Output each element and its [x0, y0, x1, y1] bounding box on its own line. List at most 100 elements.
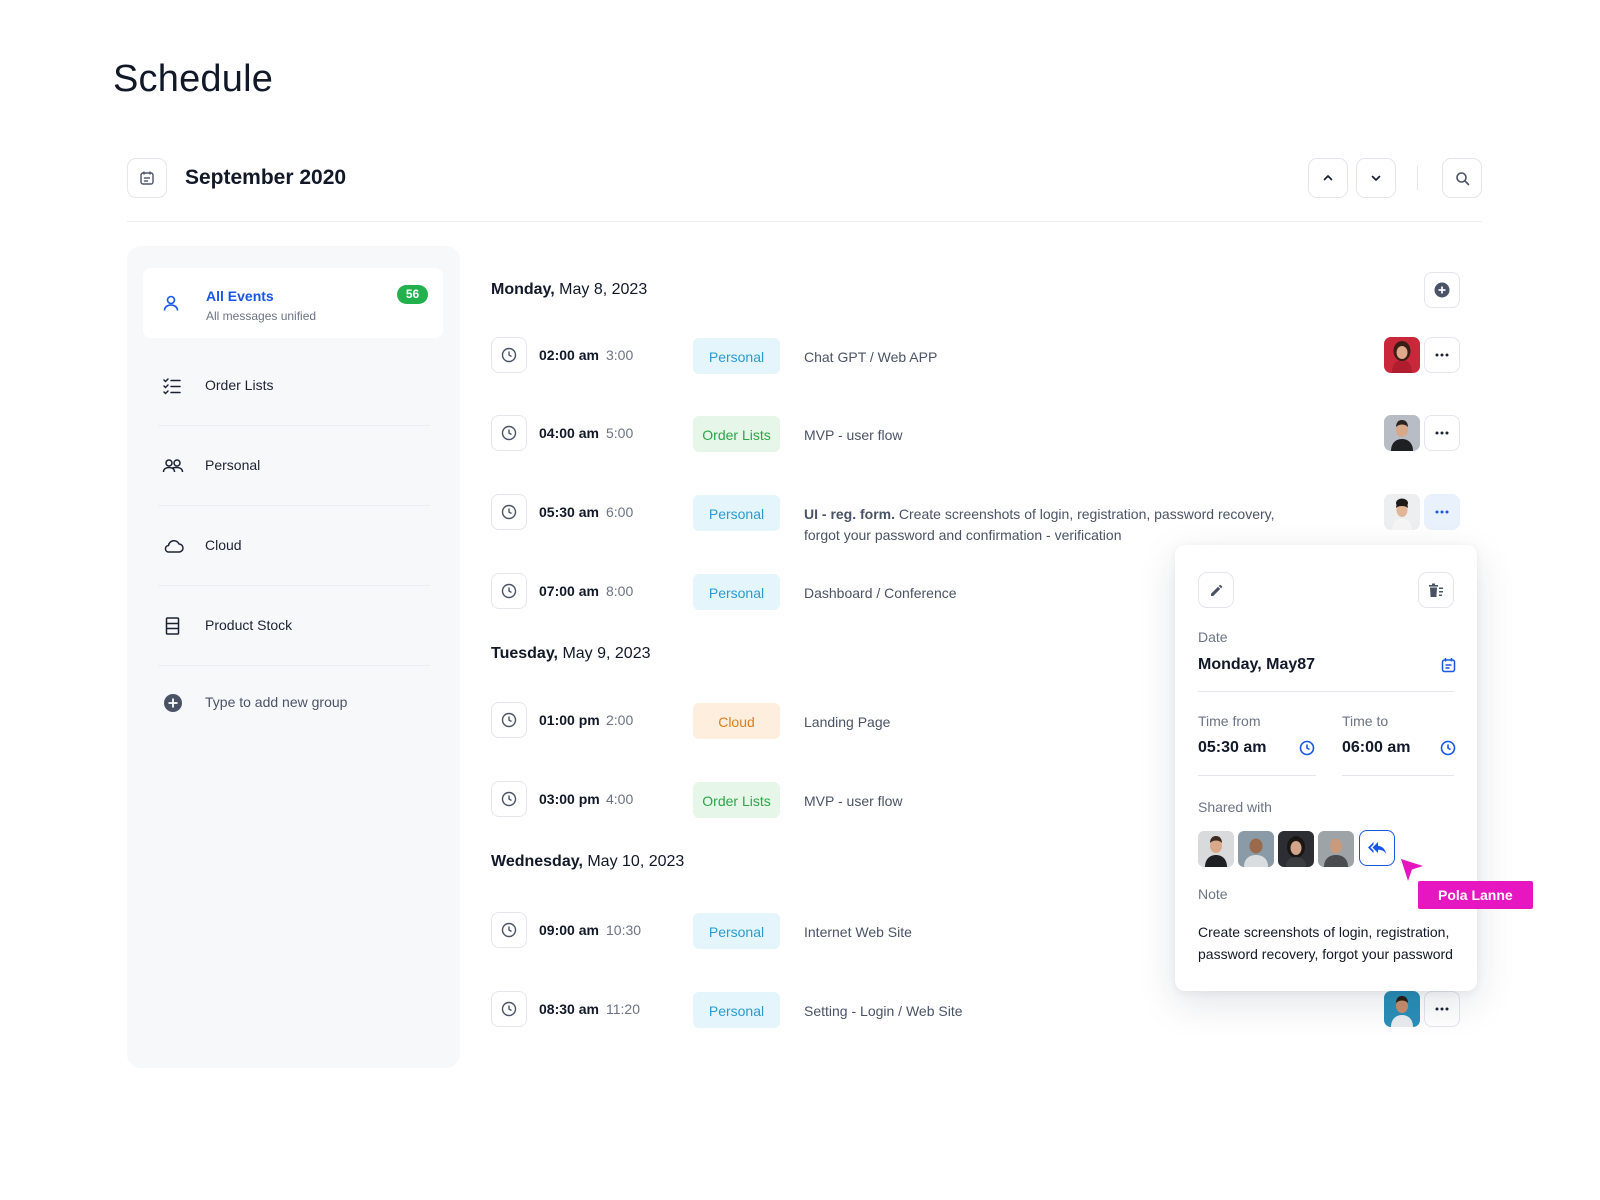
event-time: 02:00 am — [539, 347, 599, 363]
chevron-down-icon — [1371, 175, 1381, 181]
tag-cloud[interactable]: Cloud — [693, 703, 780, 739]
more-options-button[interactable] — [1424, 337, 1460, 373]
sidebar-item-personal[interactable]: Personal — [158, 426, 430, 506]
collaborator-cursor-label: Pola Lanne — [1418, 881, 1533, 909]
event-title: MVP - user flow — [804, 427, 903, 443]
calendar-icon[interactable] — [1441, 657, 1456, 673]
sidebar-item-all-events[interactable]: All Events All messages unified 56 — [143, 268, 443, 338]
clock-button[interactable] — [491, 337, 527, 373]
clock-icon — [501, 425, 517, 441]
sidebar-item-label: Order Lists — [205, 377, 274, 393]
event-detail-popover: Date Monday, May87 Time from 05:30 am Ti… — [1175, 545, 1477, 991]
clock-button[interactable] — [491, 912, 527, 948]
event-duration: 11:20 — [606, 1001, 640, 1017]
add-group-item[interactable]: Type to add new group — [158, 666, 430, 746]
date-label: Date — [1198, 629, 1228, 645]
share-button[interactable] — [1359, 830, 1395, 866]
add-event-button[interactable] — [1424, 272, 1460, 308]
clock-button[interactable] — [491, 573, 527, 609]
search-button[interactable] — [1442, 158, 1482, 198]
avatar[interactable] — [1384, 991, 1420, 1027]
clock-button[interactable] — [491, 494, 527, 530]
clock-button[interactable] — [491, 781, 527, 817]
tag-personal[interactable]: Personal — [693, 574, 780, 610]
event-title: Setting - Login / Web Site — [804, 1003, 963, 1019]
sidebar-item-product-stock[interactable]: Product Stock — [158, 586, 430, 666]
stock-icon — [165, 617, 180, 635]
next-button[interactable] — [1356, 158, 1396, 198]
reply-all-icon — [1368, 842, 1386, 854]
shared-avatar[interactable] — [1238, 831, 1274, 867]
time-to-label: Time to — [1342, 713, 1389, 729]
tag-order-lists[interactable]: Order Lists — [693, 416, 780, 452]
clock-icon — [501, 922, 517, 938]
delete-button[interactable] — [1418, 572, 1454, 608]
tag-order-lists[interactable]: Order Lists — [693, 782, 780, 818]
all-events-title: All Events — [206, 288, 274, 304]
avatar[interactable] — [1384, 415, 1420, 451]
sidebar-item-cloud[interactable]: Cloud — [158, 506, 430, 586]
event-time: 03:00 pm — [539, 791, 600, 807]
event-duration: 10:30 — [606, 922, 642, 938]
tag-personal[interactable]: Personal — [693, 913, 780, 949]
page-title: Schedule — [113, 58, 274, 100]
event-duration: 3:00 — [606, 347, 634, 363]
event-duration: 6:00 — [606, 504, 634, 520]
tag-personal[interactable]: Personal — [693, 338, 780, 374]
users-icon — [162, 459, 184, 473]
event-row[interactable]: 02:00 am 3:00 Personal Chat GPT / Web AP… — [491, 337, 1461, 375]
time-from-value[interactable]: 05:30 am — [1198, 739, 1267, 757]
calendar-button[interactable] — [127, 158, 167, 198]
time-to-value[interactable]: 06:00 am — [1342, 739, 1411, 757]
event-time: 08:30 am — [539, 1001, 599, 1017]
cloud-icon — [164, 539, 184, 553]
clock-button[interactable] — [491, 991, 527, 1027]
edit-button[interactable] — [1198, 572, 1234, 608]
pencil-icon — [1210, 584, 1222, 596]
shared-avatar[interactable] — [1198, 831, 1234, 867]
clock-icon[interactable] — [1299, 740, 1315, 756]
prev-button[interactable] — [1308, 158, 1348, 198]
tag-personal[interactable]: Personal — [693, 495, 780, 531]
sidebar-item-label: Personal — [205, 457, 261, 473]
clock-icon — [501, 1001, 517, 1017]
clock-icon — [501, 791, 517, 807]
clock-button[interactable] — [491, 702, 527, 738]
sidebar-item-order-lists[interactable]: Order Lists — [158, 346, 430, 426]
more-options-button[interactable] — [1424, 494, 1460, 530]
shared-avatar[interactable] — [1278, 831, 1314, 867]
day-heading: Monday, May 8, 2023 — [491, 281, 648, 298]
plus-circle-icon — [1434, 282, 1450, 298]
clock-icon — [501, 347, 517, 363]
note-label: Note — [1198, 886, 1228, 902]
event-title: UI - reg. form. Create screenshots of lo… — [804, 504, 1314, 546]
tag-personal[interactable]: Personal — [693, 992, 780, 1028]
event-title: Landing Page — [804, 714, 891, 730]
more-options-button[interactable] — [1424, 415, 1460, 451]
clock-button[interactable] — [491, 415, 527, 451]
event-row[interactable]: 08:30 am 11:20 Personal Setting - Login … — [491, 991, 1461, 1029]
month-label: September 2020 — [185, 166, 347, 189]
toolbar-divider — [1417, 166, 1418, 190]
sidebar-item-label: Cloud — [205, 537, 242, 553]
checklist-icon — [163, 378, 181, 395]
time-to-underline — [1342, 775, 1454, 776]
more-options-button[interactable] — [1424, 991, 1460, 1027]
date-value[interactable]: Monday, May87 — [1198, 656, 1315, 674]
toolbar: September 2020 — [127, 158, 1482, 222]
event-time: 04:00 am — [539, 425, 599, 441]
event-title: Internet Web Site — [804, 924, 912, 940]
avatar[interactable] — [1384, 494, 1420, 530]
avatar[interactable] — [1384, 337, 1420, 373]
event-row[interactable]: 04:00 am 5:00 Order Lists MVP - user flo… — [491, 415, 1461, 453]
shared-with-label: Shared with — [1198, 799, 1272, 815]
clock-icon — [501, 504, 517, 520]
note-text: Create screenshots of login, registratio… — [1198, 924, 1453, 962]
shared-avatar[interactable] — [1318, 831, 1354, 867]
clock-icon[interactable] — [1440, 740, 1456, 756]
event-time: 01:00 pm — [539, 712, 600, 728]
all-events-subtitle: All messages unified — [206, 309, 317, 323]
event-time: 05:30 am — [539, 504, 599, 520]
event-row[interactable]: 05:30 am 6:00 Personal UI - reg. form. C… — [491, 494, 1461, 543]
event-time: 07:00 am — [539, 583, 599, 599]
